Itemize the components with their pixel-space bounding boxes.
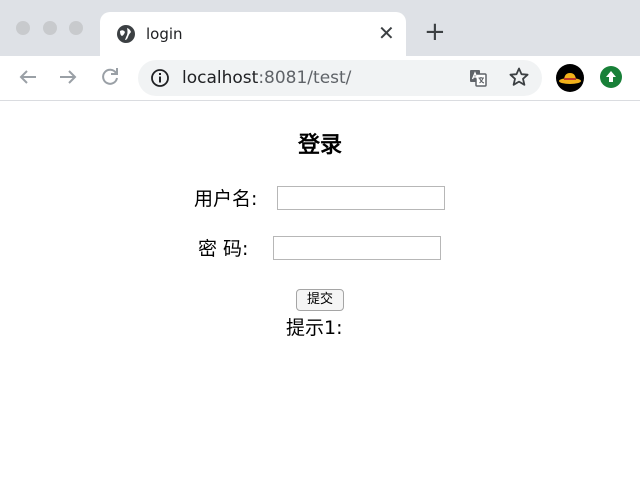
extension-upload-icon[interactable] bbox=[600, 66, 622, 88]
window-minimize-dot[interactable] bbox=[43, 21, 57, 35]
new-tab-button[interactable]: + bbox=[424, 19, 446, 45]
browser-tab[interactable]: login ✕ bbox=[100, 12, 406, 56]
submit-button[interactable]: 提交 bbox=[296, 289, 344, 311]
page-title: 登录 bbox=[297, 133, 342, 158]
arrow-up-icon bbox=[606, 71, 616, 82]
url-text[interactable]: localhost:8081/test/ bbox=[182, 68, 351, 88]
tab-close-icon[interactable]: ✕ bbox=[378, 22, 395, 44]
url-host: localhost bbox=[182, 68, 259, 88]
info-icon[interactable] bbox=[150, 68, 170, 88]
window-close-dot[interactable] bbox=[16, 21, 30, 35]
password-input[interactable] bbox=[273, 236, 441, 260]
tab-title: login bbox=[146, 25, 183, 43]
password-label: 密 码: bbox=[198, 238, 249, 260]
reload-icon[interactable] bbox=[96, 63, 124, 91]
profile-avatar[interactable] bbox=[556, 64, 584, 92]
window-maximize-dot[interactable] bbox=[69, 21, 83, 35]
straw-hat-icon bbox=[559, 73, 581, 84]
translate-icon[interactable] bbox=[468, 68, 488, 88]
browser-toolbar: localhost:8081/test/ bbox=[0, 56, 640, 101]
hint-text: 提示1: bbox=[286, 317, 343, 339]
address-bar[interactable]: localhost:8081/test/ bbox=[138, 60, 542, 96]
username-label: 用户名: bbox=[194, 188, 258, 210]
bookmark-star-icon[interactable] bbox=[508, 66, 530, 88]
page-content: 登录 用户名: 密 码: 提交 提示1: bbox=[0, 101, 640, 480]
username-input[interactable] bbox=[277, 186, 445, 210]
browser-titlebar: login ✕ + bbox=[0, 0, 640, 56]
globe-icon bbox=[117, 25, 135, 43]
forward-arrow-icon[interactable] bbox=[54, 63, 82, 91]
url-path: :8081/test/ bbox=[258, 68, 352, 88]
back-arrow-icon[interactable] bbox=[14, 63, 42, 91]
